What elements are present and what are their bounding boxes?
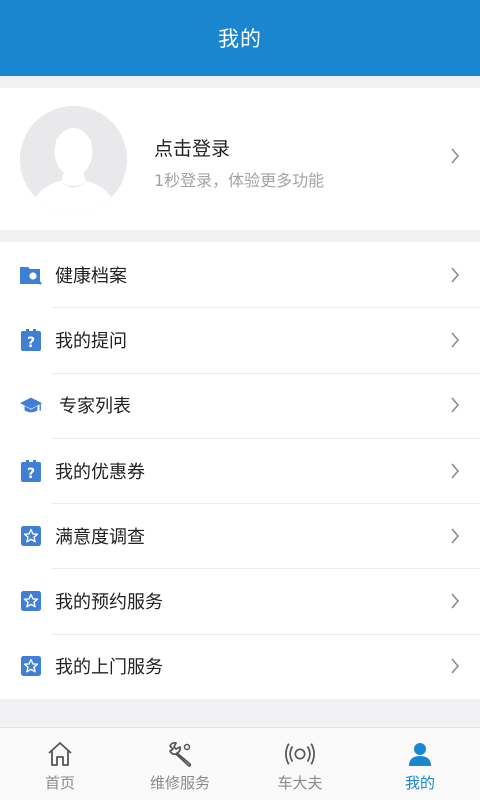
menu-item-my-questions[interactable]: ? 我的提问 [0,307,480,372]
menu-item-my-coupons[interactable]: ? 我的优惠券 [0,437,480,503]
menu-item-satisfaction-survey[interactable]: 满意度调查 [0,503,480,568]
menu-label: 我的预约服务 [55,592,163,614]
signal-icon [285,740,315,768]
question-icon: ? [19,459,43,483]
health-record-icon [19,263,43,287]
login-subtitle: 1秒登录，体验更多功能 [154,171,325,190]
chevron-right-icon [451,397,460,413]
chevron-right-icon [451,332,460,348]
chevron-right-icon [451,593,460,609]
wrench-icon [165,740,195,768]
svg-text:?: ? [27,466,35,482]
tab-home[interactable]: 首页 [0,728,120,800]
top-bar: 我的 [0,0,480,76]
tab-repair-service[interactable]: 维修服务 [120,728,240,800]
chevron-right-icon [451,463,460,479]
menu-item-my-appointments[interactable]: 我的预约服务 [0,568,480,633]
tab-mine[interactable]: 我的 [360,728,480,800]
graduation-cap-icon [19,393,43,417]
menu-label: 我的上门服务 [55,657,163,679]
user-icon [405,740,435,768]
menu-item-home-service[interactable]: 我的上门服务 [0,633,480,699]
home-icon [45,740,75,768]
login-title: 点击登录 [154,138,231,160]
menu-label: 我的优惠券 [55,461,145,483]
star-icon [19,654,43,678]
menu-label: 健康档案 [55,265,127,287]
star-icon [19,524,43,548]
menu-item-expert-list[interactable]: 专家列表 [0,372,480,438]
tab-label: 首页 [44,774,75,792]
login-card[interactable]: 点击登录 1秒登录，体验更多功能 [0,88,480,230]
tab-label: 我的 [404,774,435,792]
login-text: 点击登录 1秒登录，体验更多功能 [154,134,324,191]
avatar[interactable] [20,106,127,213]
chevron-right-icon [451,267,460,283]
default-avatar-icon [20,106,127,213]
tab-label: 维修服务 [149,774,210,792]
chevron-right-icon [451,148,460,164]
tab-car-doctor[interactable]: 车大夫 [240,728,360,800]
star-icon [19,589,43,613]
menu-label: 我的提问 [55,330,127,352]
menu-list: 健康档案 ? 我的提问 专家列表 ? 我的优惠券 满意度调查 我的预约服务 我的… [0,242,480,699]
question-icon: ? [19,328,43,352]
chevron-right-icon [451,528,460,544]
menu-label: 专家列表 [59,396,131,418]
svg-text:?: ? [27,335,35,351]
chevron-right-icon [451,658,460,674]
menu-label: 满意度调查 [55,526,145,548]
tab-label: 车大夫 [277,774,323,792]
menu-item-health-record[interactable]: 健康档案 [0,242,480,307]
page-title: 我的 [218,27,262,51]
bottom-tab-bar: 首页 维修服务 车大夫 我的 [0,727,480,800]
